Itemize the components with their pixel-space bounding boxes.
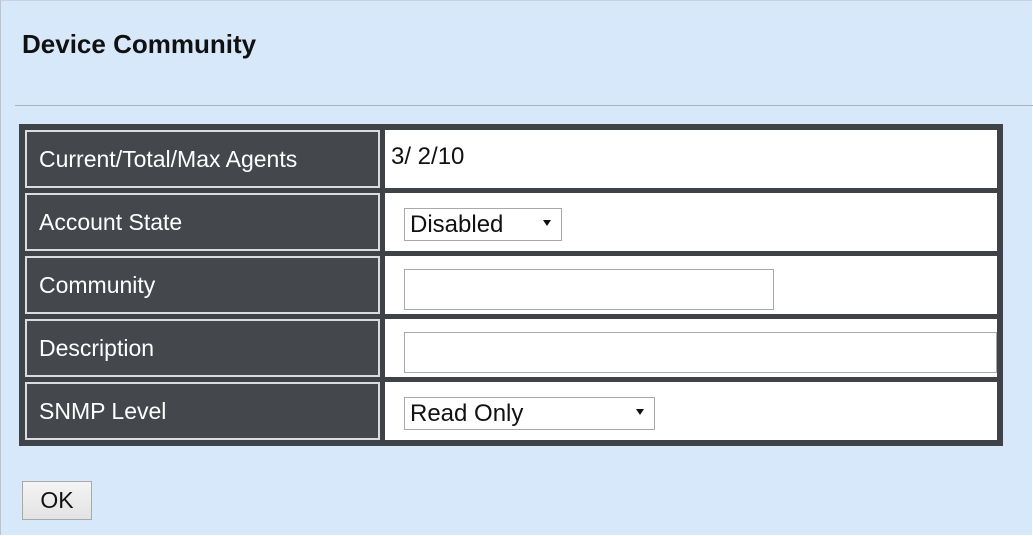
- community-label: Community: [25, 256, 380, 314]
- description-label: Description: [25, 319, 380, 377]
- device-community-page: Device Community Current/Total/Max Agent…: [0, 0, 1033, 535]
- agents-label: Current/Total/Max Agents: [25, 130, 380, 188]
- ok-button[interactable]: OK: [22, 481, 92, 520]
- chevron-down-icon: [636, 409, 644, 415]
- description-input[interactable]: [404, 332, 997, 373]
- snmp-level-selected-value: Read Only: [410, 400, 524, 427]
- device-community-settings-table: Current/Total/Max Agents 3/ 2/10 Account…: [19, 124, 1003, 446]
- account-state-value-cell: Disabled: [385, 193, 997, 251]
- account-state-label: Account State: [25, 193, 380, 251]
- account-state-select[interactable]: Disabled: [404, 208, 562, 241]
- table-row-snmp-level: SNMP Level Read Only: [25, 382, 997, 440]
- description-value-cell: [385, 319, 997, 377]
- title-divider: [15, 105, 1033, 106]
- chevron-down-icon: [543, 220, 551, 226]
- agents-value-cell: 3/ 2/10: [385, 130, 997, 188]
- table-row-description: Description: [25, 319, 997, 377]
- community-value-cell: [385, 256, 997, 314]
- agents-value: 3/ 2/10: [391, 143, 465, 170]
- snmp-level-label: SNMP Level: [25, 382, 380, 440]
- snmp-level-select[interactable]: Read Only: [404, 397, 655, 430]
- table-row-current-total-max-agents: Current/Total/Max Agents 3/ 2/10: [25, 130, 997, 188]
- account-state-selected-value: Disabled: [410, 211, 504, 238]
- table-row-account-state: Account State Disabled: [25, 193, 997, 251]
- community-input[interactable]: [404, 269, 774, 310]
- table-row-community: Community: [25, 256, 997, 314]
- page-title: Device Community: [22, 29, 257, 59]
- snmp-level-value-cell: Read Only: [385, 382, 997, 440]
